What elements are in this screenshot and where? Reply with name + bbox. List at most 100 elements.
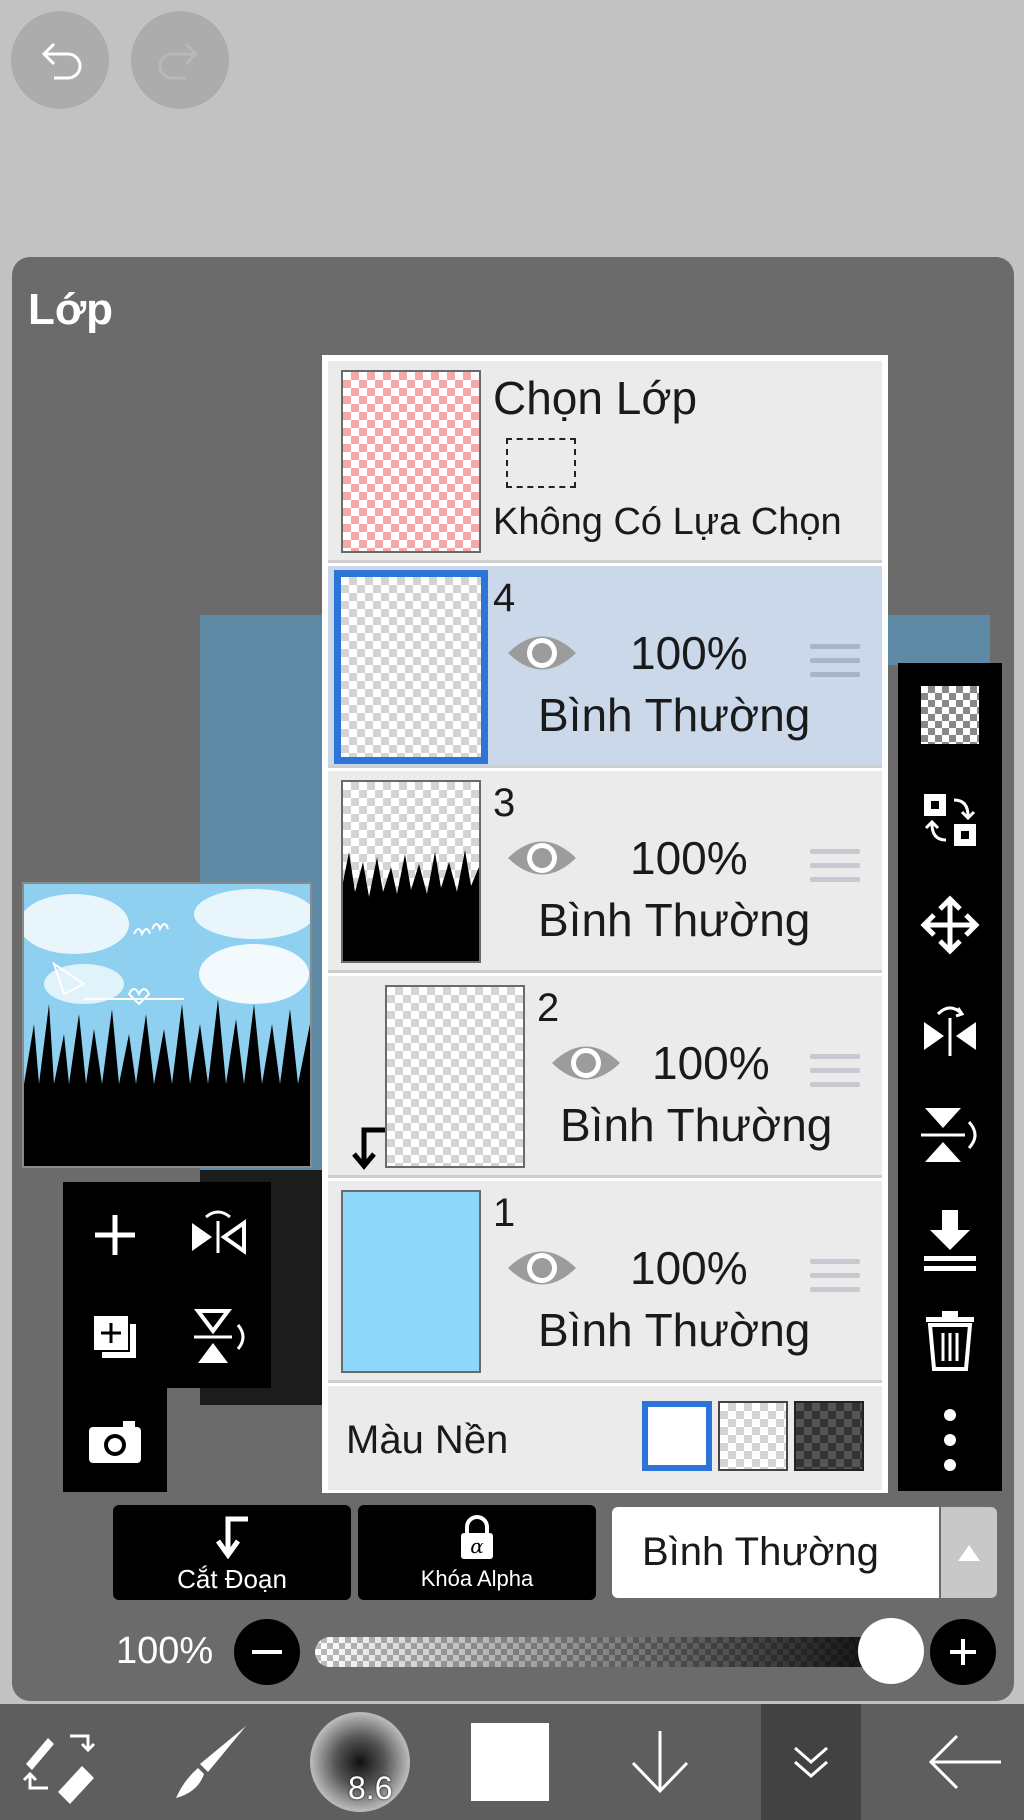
clipping-arrow-icon <box>352 1127 388 1170</box>
arrow-down-icon <box>631 1731 689 1794</box>
undo-icon <box>41 42 82 80</box>
canvas-sky-right <box>888 615 990 665</box>
layer-blend-mode: Bình Thường <box>560 1099 833 1151</box>
flip-vertical-button[interactable] <box>898 1090 1002 1180</box>
brush-size-label: 8.6 <box>348 1770 393 1806</box>
brush-tool-button[interactable] <box>155 1704 265 1820</box>
current-color-swatch <box>471 1723 549 1801</box>
opacity-slider[interactable] <box>315 1637 920 1667</box>
background-white-swatch[interactable] <box>642 1401 712 1471</box>
clipping-arrow-icon <box>215 1516 248 1560</box>
arrow-left-icon <box>928 1734 1001 1790</box>
layer-menu-button[interactable] <box>761 1704 861 1820</box>
layer-blend-mode: Bình Thường <box>538 689 811 741</box>
background-color-row: Màu Nền <box>328 1386 882 1490</box>
layer-row[interactable]: 3 100% Bình Thường <box>328 771 882 973</box>
drag-handle-icon[interactable] <box>810 849 860 891</box>
brush-size-button[interactable]: 8.6 <box>305 1704 415 1820</box>
brush-icon <box>176 1726 246 1798</box>
selection-layer-row[interactable]: Chọn Lớp Không Có Lựa Chọn <box>328 361 882 563</box>
flip-vertical-icon <box>194 1309 245 1363</box>
blend-mode-dropdown-button[interactable] <box>941 1507 997 1598</box>
layer-row[interactable]: 4 100% Bình Thường <box>328 566 882 768</box>
eye-icon[interactable] <box>504 833 580 883</box>
trash-icon <box>926 1311 974 1371</box>
plus-icon <box>950 1639 976 1665</box>
flip-horizontal-icon <box>192 1210 246 1255</box>
flip-vertical-icon <box>921 1108 977 1162</box>
drag-handle-icon[interactable] <box>810 1054 860 1096</box>
move-button[interactable] <box>898 880 1002 970</box>
more-options-button[interactable] <box>898 1395 1002 1485</box>
more-vertical-icon <box>944 1409 956 1471</box>
layer-number: 3 <box>493 781 516 825</box>
move-icon <box>920 895 980 955</box>
redo-icon <box>158 42 199 80</box>
blend-mode-select[interactable]: Bình Thường <box>612 1507 939 1598</box>
camera-button[interactable] <box>70 1396 160 1486</box>
layer-thumbnail <box>341 780 481 963</box>
layer-thumbnail <box>385 985 525 1168</box>
drag-handle-icon[interactable] <box>810 644 860 686</box>
clipping-button[interactable]: Cắt Đoạn <box>113 1505 351 1600</box>
layer-thumbnail <box>334 570 488 764</box>
layer-opacity: 100% <box>630 1242 748 1294</box>
copy-layer-button[interactable] <box>70 1292 160 1382</box>
brush-size-preview: 8.6 <box>310 1712 410 1812</box>
blend-mode-value: Bình Thường <box>642 1530 879 1574</box>
panel-title: Lớp <box>28 285 114 334</box>
redo-button[interactable] <box>131 11 229 109</box>
layer-opacity: 100% <box>652 1037 770 1089</box>
merge-down-button[interactable] <box>898 1195 1002 1285</box>
camera-icon <box>89 1421 141 1463</box>
layer-number: 4 <box>493 576 516 620</box>
eye-icon[interactable] <box>548 1038 624 1088</box>
add-layer-button[interactable] <box>70 1190 160 1280</box>
color-picker-button[interactable] <box>455 1704 565 1820</box>
move-down-button[interactable] <box>605 1704 715 1820</box>
clipping-label: Cắt Đoạn <box>177 1564 287 1594</box>
brush-eraser-switch-button[interactable] <box>5 1704 115 1820</box>
eye-icon[interactable] <box>504 628 580 678</box>
svg-text:α: α <box>470 1534 484 1558</box>
layer-row[interactable]: 2 100% Bình Thường <box>328 976 882 1178</box>
layer-row[interactable]: 1 100% Bình Thường <box>328 1181 882 1383</box>
background-dark-swatch[interactable] <box>794 1401 864 1471</box>
flip-vertical-button[interactable] <box>173 1292 263 1382</box>
opacity-label: 100% <box>116 1630 214 1672</box>
opacity-increase-button[interactable] <box>930 1619 996 1685</box>
merge-down-icon <box>924 1210 976 1271</box>
double-chevron-down-icon <box>794 1746 828 1778</box>
eye-icon[interactable] <box>504 1243 580 1293</box>
layer-blend-mode: Bình Thường <box>538 894 811 946</box>
back-button[interactable] <box>910 1704 1020 1820</box>
layer-opacity: 100% <box>630 832 748 884</box>
delete-layer-button[interactable] <box>898 1295 1002 1385</box>
duplicate-icon <box>92 1314 138 1360</box>
opacity-slider-thumb[interactable] <box>858 1618 924 1684</box>
brush-eraser-swap-icon <box>22 1734 96 1804</box>
flip-horizontal-button[interactable] <box>898 985 1002 1075</box>
triangle-up-icon <box>958 1544 980 1561</box>
swap-icon <box>924 794 976 846</box>
plus-icon <box>95 1215 135 1255</box>
checkerboard-icon <box>921 686 979 744</box>
layer-blend-mode: Bình Thường <box>538 1304 811 1356</box>
lock-alpha-icon: α <box>461 1515 493 1559</box>
canvas-preview <box>22 882 312 1168</box>
layer-number: 2 <box>537 986 560 1030</box>
selection-marquee-icon <box>506 438 576 488</box>
swap-layers-button[interactable] <box>898 775 1002 865</box>
layer-thumbnail <box>341 1190 481 1373</box>
background-color-label: Màu Nền <box>346 1418 509 1462</box>
alpha-lock-button[interactable]: α Khóa Alpha <box>358 1505 596 1600</box>
undo-button[interactable] <box>11 11 109 109</box>
transparency-button[interactable] <box>898 670 1002 760</box>
flip-horizontal-button[interactable] <box>173 1190 263 1280</box>
drag-handle-icon[interactable] <box>810 1259 860 1301</box>
selection-status: Không Có Lựa Chọn <box>493 501 842 543</box>
opacity-decrease-button[interactable] <box>234 1619 300 1685</box>
alpha-lock-label: Khóa Alpha <box>420 1566 534 1591</box>
background-transparent-swatch[interactable] <box>718 1401 788 1471</box>
layer-number: 1 <box>493 1191 516 1235</box>
